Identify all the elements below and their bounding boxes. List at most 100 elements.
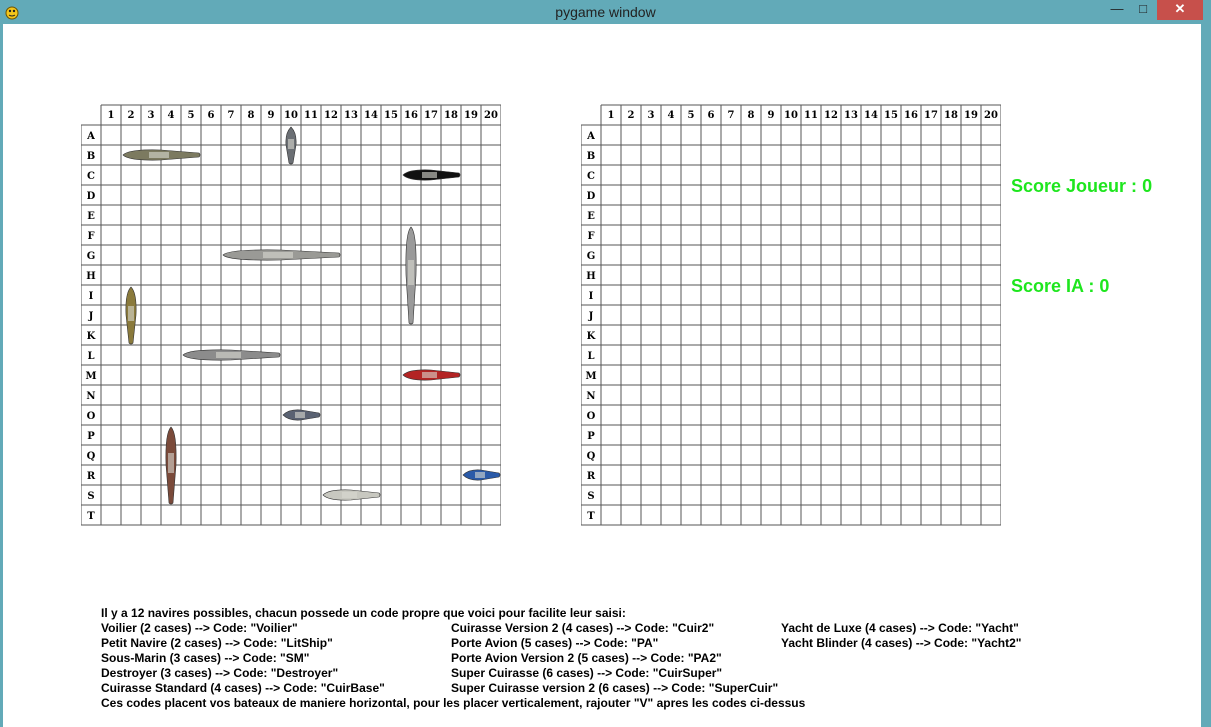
yacht-icon-m — [402, 369, 461, 381]
help-code-line: Yacht Blinder (4 cases) --> Code: "Yacht… — [781, 636, 1022, 650]
player-board-col-label: 7 — [228, 110, 235, 121]
ai-board-col-label: 9 — [768, 110, 775, 121]
player-board[interactable]: 1 2 3 4 5 6 7 8 9 10 11 12 13 14 15 16 17 18 19 20 A B C D E F G H I… — [81, 100, 501, 526]
player-board-row-label: N — [86, 391, 95, 402]
cruiser-icon-g — [222, 249, 341, 261]
player-board-row-label: D — [87, 191, 96, 202]
player-board-row-label: H — [86, 271, 95, 282]
ai-board-col-label: 8 — [748, 110, 755, 121]
ai-board-col-label: 7 — [728, 110, 735, 121]
help-header: Il y a 12 navires possibles, chacun poss… — [101, 606, 626, 620]
player-board-row-label: B — [87, 151, 95, 162]
ai-score: Score IA : 0 — [1011, 276, 1109, 297]
help-code-line: Cuirasse Version 2 (4 cases) --> Code: "… — [451, 621, 715, 635]
ai-board-row-label: G — [587, 251, 596, 262]
ai-board-row-label: K — [587, 331, 596, 342]
maximize-button[interactable]: □ — [1130, 0, 1156, 20]
super-cruiser-icon-p — [165, 426, 177, 505]
player-board-col-label: 19 — [464, 110, 478, 121]
ai-board-row-label: N — [586, 391, 595, 402]
ai-board-col-label: 3 — [648, 110, 655, 121]
help-footer: Ces codes placent vos bateaux de maniere… — [101, 696, 806, 710]
ai-board-col-label: 13 — [844, 110, 858, 121]
player-board-col-label: 12 — [324, 110, 338, 121]
window-frame-right — [1201, 24, 1211, 727]
player-board-row-label: R — [87, 471, 96, 482]
player-board-row-label: C — [87, 171, 95, 182]
player-score-label: Score Joueur : — [1011, 176, 1138, 196]
ai-board-row-label: Q — [587, 451, 596, 462]
ai-board-col-label: 11 — [804, 110, 818, 121]
carrier-icon-l — [182, 349, 281, 361]
ai-board-col-label: 6 — [708, 110, 715, 121]
ai-board-row-label: S — [587, 491, 594, 502]
help-code-line: Sous-Marin (3 cases) --> Code: "SM" — [101, 651, 310, 665]
ai-board-row-label: D — [587, 191, 596, 202]
player-board-col-label: 10 — [284, 110, 298, 121]
player-board-col-label: 13 — [344, 110, 358, 121]
player-board-col-label: 18 — [444, 110, 458, 121]
player-board-row-label: Q — [87, 451, 96, 462]
player-board-row-label: L — [87, 351, 94, 362]
ai-board-col-label: 10 — [784, 110, 798, 121]
player-board-col-label: 5 — [188, 110, 195, 121]
title-bar[interactable]: pygame window — □ ✕ — [0, 0, 1211, 24]
help-code-line: Yacht de Luxe (4 cases) --> Code: "Yacht… — [781, 621, 1019, 635]
ai-board-row-label: T — [587, 511, 595, 522]
minimize-button[interactable]: — — [1104, 0, 1130, 20]
submarine-icon-c — [402, 169, 461, 181]
player-board-row-label: M — [85, 371, 96, 382]
ai-board-col-label: 14 — [864, 110, 878, 121]
player-board-row-label: O — [87, 411, 96, 422]
window-title: pygame window — [555, 4, 656, 20]
player-board-col-label: 2 — [128, 110, 135, 121]
ai-board-col-label: 12 — [824, 110, 838, 121]
help-code-line: Porte Avion (5 cases) --> Code: "PA" — [451, 636, 659, 650]
player-score-value: 0 — [1142, 176, 1153, 196]
ai-board-row-label: B — [587, 151, 595, 162]
help-code-line: Porte Avion Version 2 (5 cases) --> Code… — [451, 651, 722, 665]
ai-board-row-label: O — [587, 411, 596, 422]
ai-board-col-label: 17 — [924, 110, 938, 121]
ai-board-col-label: 18 — [944, 110, 958, 121]
help-code-line: Super Cuirasse (6 cases) --> Code: "Cuir… — [451, 666, 723, 680]
ai-board-col-label: 2 — [628, 110, 635, 121]
sailboat-icon-i — [125, 286, 137, 345]
help-code-line: Voilier (2 cases) --> Code: "Voilier" — [101, 621, 298, 635]
player-board-row-label: E — [87, 211, 95, 222]
player-board-grid[interactable]: 1 2 3 4 5 6 7 8 9 10 11 12 13 14 15 16 17 18 19 20ABCDEFGHI… — [81, 100, 501, 526]
help-code-line: Super Cuirasse version 2 (6 cases) --> C… — [451, 681, 779, 695]
carrier-icon-f — [405, 226, 417, 325]
battleship-icon-b — [122, 149, 201, 161]
ai-board-row-label: E — [587, 211, 595, 222]
player-board-col-label: 9 — [268, 110, 275, 121]
ai-board-row-label: R — [587, 471, 596, 482]
player-board-col-label: 3 — [148, 110, 155, 121]
ai-board-row-label: C — [587, 171, 595, 182]
ai-board[interactable]: 1 2 3 4 5 6 7 8 9 10 11 12 13 14 15 16 17 18 19 20 A B C D E F G H I… — [581, 100, 1001, 526]
player-board-row-label: F — [87, 231, 94, 242]
player-board-col-label: 1 — [108, 110, 115, 121]
ai-board-col-label: 15 — [884, 110, 898, 121]
player-board-col-label: 15 — [384, 110, 398, 121]
ai-board-grid[interactable]: 1 2 3 4 5 6 7 8 9 10 11 12 13 14 15 16 17 18 19 20ABCDEFGHI… — [581, 100, 1001, 526]
help-code-line: Petit Navire (2 cases) --> Code: "LitShi… — [101, 636, 333, 650]
player-board-row-label: K — [87, 331, 96, 342]
help-code-line: Destroyer (3 cases) --> Code: "Destroyer… — [101, 666, 339, 680]
ai-board-row-label: M — [585, 371, 596, 382]
ai-board-row-label: H — [586, 271, 595, 282]
player-board-col-label: 11 — [304, 110, 318, 121]
player-board-row-label: I — [89, 291, 94, 302]
player-board-row-label: J — [88, 311, 94, 322]
destroyer-icon-o — [282, 409, 321, 421]
close-button[interactable]: ✕ — [1157, 0, 1203, 20]
yacht-icon-r — [462, 469, 501, 481]
ai-board-col-label: 1 — [608, 110, 615, 121]
ai-board-row-label: L — [587, 351, 594, 362]
player-board-row-label: S — [87, 491, 94, 502]
player-board-row-label: A — [86, 131, 95, 142]
player-board-row-label: T — [87, 511, 95, 522]
ai-score-value: 0 — [1099, 276, 1110, 296]
ai-board-row-label: P — [587, 431, 595, 442]
player-board-col-label: 17 — [424, 110, 438, 121]
